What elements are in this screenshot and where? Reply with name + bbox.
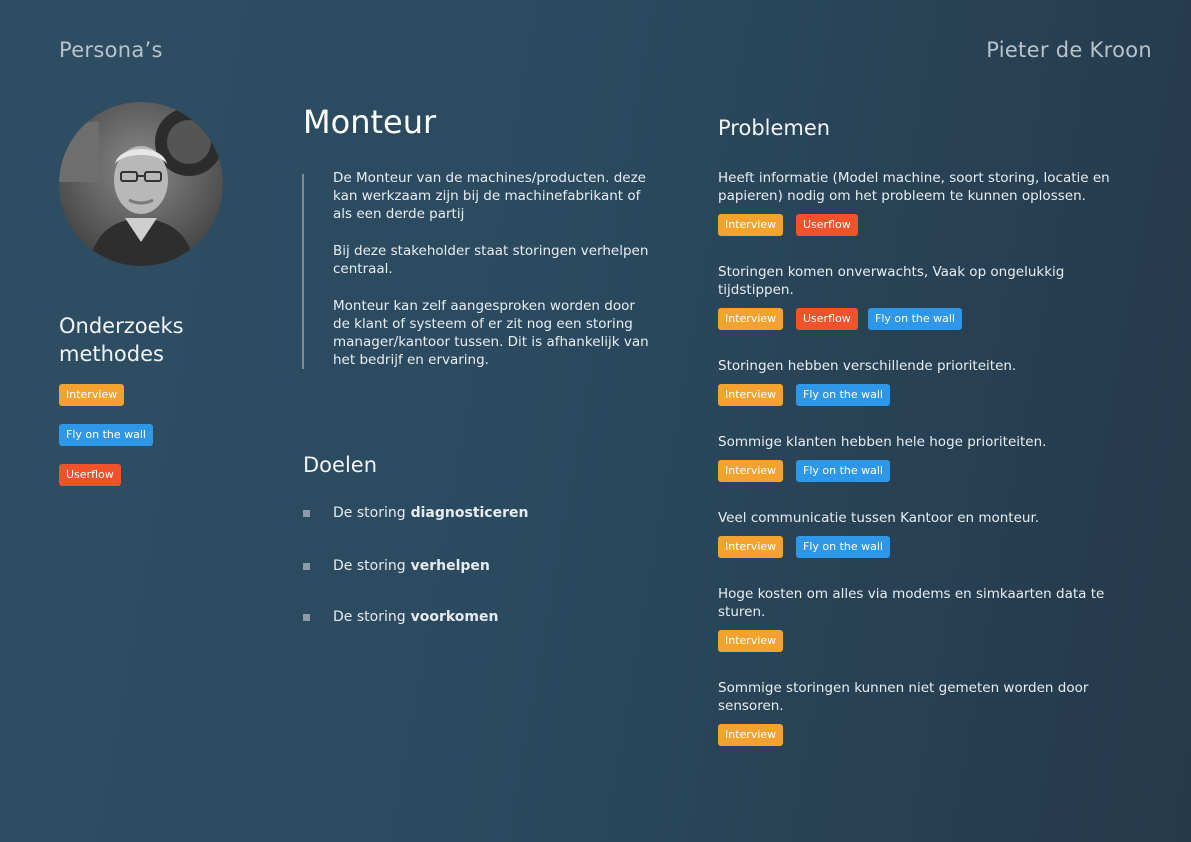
- problem-text: Storingen hebben verschillende prioritei…: [718, 358, 1017, 374]
- problem-text: Veel communicatie tussen Kantoor en mont…: [718, 510, 1040, 526]
- author-name: Pieter de Kroon: [986, 38, 1152, 62]
- problem-text: Hoge kosten om alles via modems en simka…: [718, 586, 1105, 620]
- goals-heading: Doelen: [303, 453, 378, 477]
- goal-bullet-icon: [303, 614, 310, 621]
- avatar: [59, 102, 223, 266]
- problem-tag-interview: Interview: [718, 308, 784, 330]
- methods-heading-line1: Onderzoeks: [59, 314, 184, 338]
- goal-prefix: De storing: [333, 558, 406, 574]
- problem-tag-interview: Interview: [718, 724, 784, 746]
- problem-tag-fly-on-the-wall: Fly on the wall: [796, 536, 890, 558]
- problem-tag-fly-on-the-wall: Fly on the wall: [796, 384, 890, 406]
- problem-tag-interview: Interview: [718, 384, 784, 406]
- goal-item: De storing verhelpen: [333, 558, 490, 574]
- problem-tag-userflow: Userflow: [796, 308, 858, 330]
- goal-prefix: De storing: [333, 505, 406, 521]
- problem-tag-interview: Interview: [718, 460, 784, 482]
- goal-item: De storing voorkomen: [333, 609, 498, 625]
- goal-bullet-icon: [303, 510, 310, 517]
- methods-heading: Onderzoeks methodes: [59, 312, 184, 368]
- section-title: Persona’s: [59, 38, 163, 62]
- methods-heading-line2: methodes: [59, 342, 164, 366]
- method-tag-interview: Interview: [59, 384, 125, 406]
- description-paragraph: Bij deze stakeholder staat storingen ver…: [333, 243, 649, 277]
- problem-tag-interview: Interview: [718, 214, 784, 236]
- method-tag-userflow: Userflow: [59, 464, 121, 486]
- goal-emphasis: verhelpen: [410, 558, 490, 574]
- goal-emphasis: diagnosticeren: [410, 505, 529, 521]
- goal-emphasis: voorkomen: [410, 609, 499, 625]
- problem-tag-fly-on-the-wall: Fly on the wall: [796, 460, 890, 482]
- problem-tag-userflow: Userflow: [796, 214, 858, 236]
- description-paragraph: De Monteur van de machines/producten. de…: [333, 170, 646, 222]
- problem-text: Sommige storingen kunnen niet gemeten wo…: [718, 680, 1089, 714]
- problem-text: Storingen komen onverwachts, Vaak op ong…: [718, 264, 1065, 298]
- persona-description: De Monteur van de machines/producten. de…: [333, 169, 653, 388]
- problem-text: Heeft informatie (Model machine, soort s…: [718, 170, 1110, 204]
- goal-bullet-icon: [303, 563, 310, 570]
- quote-bar: [302, 174, 304, 369]
- goal-item: De storing diagnosticeren: [333, 505, 528, 521]
- problems-heading: Problemen: [718, 116, 831, 140]
- goal-prefix: De storing: [333, 609, 406, 625]
- description-paragraph: Monteur kan zelf aangesproken worden doo…: [333, 298, 649, 368]
- problem-text: Sommige klanten hebben hele hoge priorit…: [718, 434, 1047, 450]
- method-tag-fly-on-the-wall: Fly on the wall: [59, 424, 153, 446]
- problem-tag-interview: Interview: [718, 630, 784, 652]
- persona-title: Monteur: [303, 103, 437, 141]
- problem-tag-fly-on-the-wall: Fly on the wall: [868, 308, 962, 330]
- persona-photo: [59, 102, 223, 266]
- problem-tag-interview: Interview: [718, 536, 784, 558]
